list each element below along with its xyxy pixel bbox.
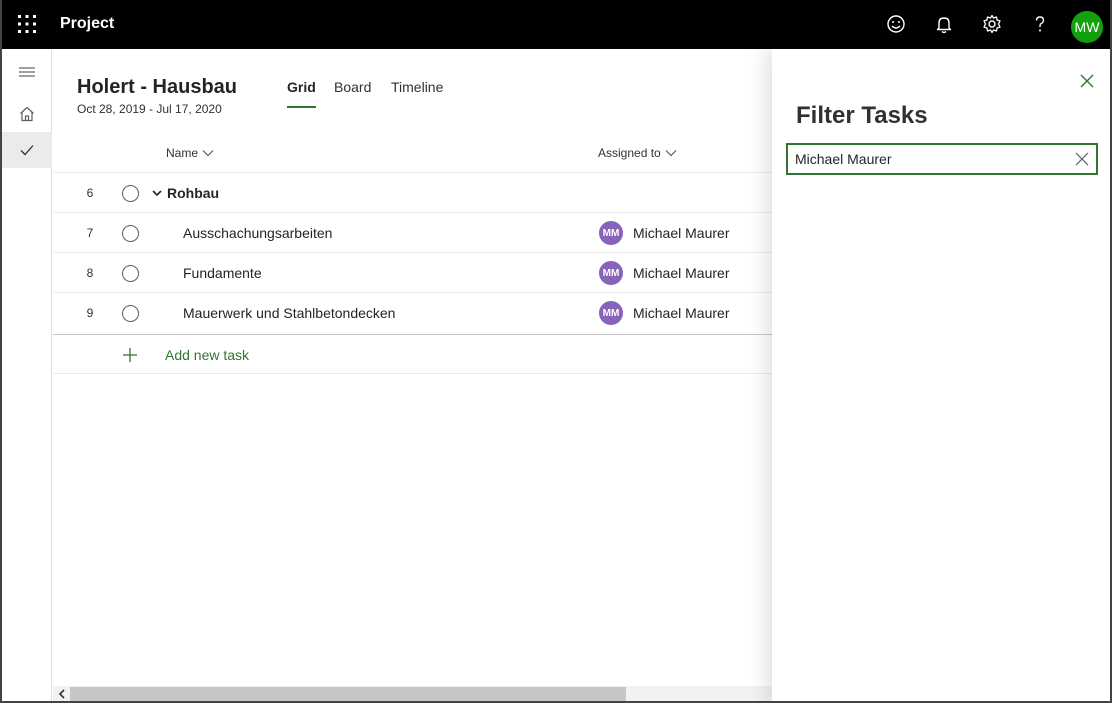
group-name[interactable]: Rohbau xyxy=(167,185,219,201)
hamburger-icon xyxy=(19,67,35,77)
row-number: 7 xyxy=(86,226,94,240)
waffle-icon[interactable] xyxy=(16,13,38,35)
plan-title: Holert - Hausbau xyxy=(77,76,238,98)
task-name[interactable]: Fundamente xyxy=(183,265,262,281)
clear-icon[interactable] xyxy=(1075,152,1089,166)
avatar: MM xyxy=(599,221,623,245)
task-row: 7 Ausschachungsarbeiten MM Michael Maure… xyxy=(53,213,772,253)
assignee[interactable]: MM Michael Maurer xyxy=(599,221,729,245)
column-header-name[interactable]: Name xyxy=(166,146,214,160)
my-tasks-button[interactable] xyxy=(2,132,52,168)
bell-icon[interactable] xyxy=(933,13,955,35)
close-icon[interactable] xyxy=(1080,74,1094,88)
add-new-task-row[interactable]: Add new task xyxy=(53,334,772,374)
complete-task-checkbox[interactable] xyxy=(122,305,139,322)
assignee[interactable]: MM Michael Maurer xyxy=(599,301,729,325)
tab-grid[interactable]: Grid xyxy=(287,79,316,109)
collapse-menu-button[interactable] xyxy=(2,54,52,90)
filter-input[interactable] xyxy=(795,149,1065,169)
complete-task-checkbox[interactable] xyxy=(122,225,139,242)
gear-icon[interactable] xyxy=(981,13,1003,35)
tab-timeline[interactable]: Timeline xyxy=(391,79,443,109)
chevron-down-icon xyxy=(665,150,677,157)
plus-icon xyxy=(123,348,137,362)
assignee-name: Michael Maurer xyxy=(633,305,730,321)
chevron-left-icon[interactable] xyxy=(57,689,67,699)
smiley-icon[interactable] xyxy=(885,13,907,35)
avatar: MM xyxy=(599,261,623,285)
chevron-down-icon[interactable] xyxy=(152,188,162,198)
assignee[interactable]: MM Michael Maurer xyxy=(599,261,729,285)
assignee-name: Michael Maurer xyxy=(633,225,730,241)
assignee-name: Michael Maurer xyxy=(633,265,730,281)
filter-panel: Filter Tasks xyxy=(772,49,1110,701)
column-header-assigned[interactable]: Assigned to xyxy=(598,146,677,160)
horizontal-scrollbar[interactable] xyxy=(53,686,772,701)
row-number: 8 xyxy=(86,266,94,280)
row-number: 6 xyxy=(86,186,94,200)
task-row: 8 Fundamente MM Michael Maurer xyxy=(53,253,772,293)
checkmark-icon xyxy=(20,145,34,156)
group-row: 6 Rohbau xyxy=(53,173,772,213)
home-button[interactable] xyxy=(2,96,52,132)
complete-task-checkbox[interactable] xyxy=(122,185,139,202)
main-area: Holert - Hausbau Oct 28, 2019 - Jul 17, … xyxy=(53,49,772,701)
home-icon xyxy=(20,106,34,122)
complete-task-checkbox[interactable] xyxy=(122,265,139,282)
add-new-task-label: Add new task xyxy=(165,347,250,363)
tab-board[interactable]: Board xyxy=(334,79,371,109)
chevron-down-icon xyxy=(202,150,214,157)
app-title[interactable]: Project xyxy=(60,15,114,33)
scrollbar-thumb[interactable] xyxy=(70,687,626,701)
row-number: 9 xyxy=(86,306,94,320)
panel-title: Filter Tasks xyxy=(796,102,928,129)
user-avatar[interactable]: MW xyxy=(1071,11,1103,43)
task-name[interactable]: Mauerwerk und Stahlbetondecken xyxy=(183,305,395,321)
column-header-name-label: Name xyxy=(166,146,199,160)
top-bar: Project MW xyxy=(2,0,1110,49)
app-window: Project MW Holert - Hausbau Oct 28, 2019… xyxy=(0,0,1112,703)
filter-box xyxy=(786,143,1098,175)
column-header-assigned-label: Assigned to xyxy=(598,146,661,160)
plan-dates: Oct 28, 2019 - Jul 17, 2020 xyxy=(77,102,222,116)
task-row: 9 Mauerwerk und Stahlbetondecken MM Mich… xyxy=(53,293,772,333)
left-rail xyxy=(2,49,52,701)
task-name[interactable]: Ausschachungsarbeiten xyxy=(183,225,332,241)
help-icon[interactable] xyxy=(1029,13,1051,35)
avatar: MM xyxy=(599,301,623,325)
